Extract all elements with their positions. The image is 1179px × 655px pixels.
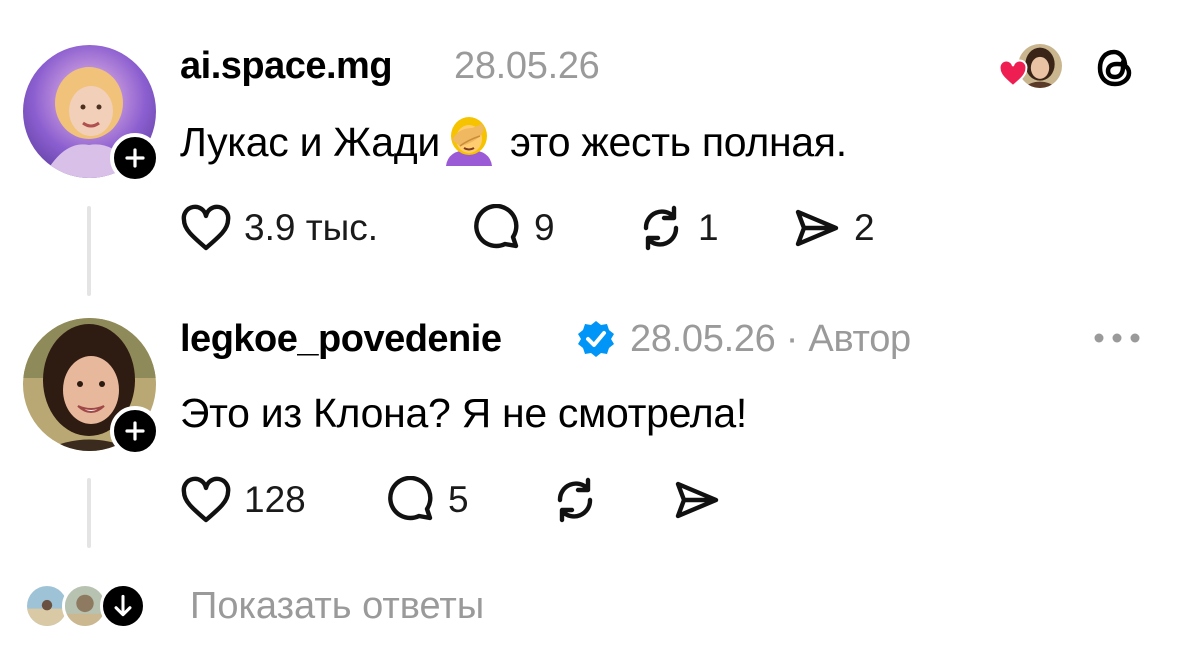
comment-text-part: Лукас и Жади [180,119,441,165]
comment-meta: 28.05.26 · Автор [630,318,911,361]
author-label: Автор [808,318,911,360]
reply-button[interactable]: 9 [472,204,555,252]
follow-button[interactable] [110,133,160,183]
threads-logo-icon[interactable] [1091,44,1139,92]
repost-icon [643,205,679,251]
liked-by-author-indicator [996,42,1066,92]
like-count: 128 [244,479,306,520]
repost-button[interactable] [550,476,600,524]
heart-outline-icon [181,204,231,251]
face-palm-emoji [446,117,493,166]
reply-button[interactable]: 5 [386,476,469,524]
down-arrow-badge [100,583,146,629]
plus-icon [125,421,145,441]
reply-count: 9 [534,207,555,248]
share-button[interactable] [672,476,722,524]
heart-filled-icon [998,59,1028,88]
comment-date: 28.05.26 [630,318,776,360]
send-icon [675,481,719,519]
comment-text: Это из Клона? Я не смотрела! [180,390,747,436]
reply-count: 5 [448,479,469,520]
like-button[interactable]: 3.9 тыс. [180,204,378,252]
comment-text-part: это жесть полная. [510,119,847,165]
comment-bubble-icon [388,476,433,521]
like-button[interactable]: 128 [180,476,306,524]
thread-line [87,478,91,548]
comment-bubble-icon [474,204,519,249]
show-replies-button[interactable]: Показать ответы [24,580,554,634]
repost-count: 1 [698,207,719,248]
repost-button[interactable]: 1 [636,204,719,252]
heart-outline-icon [181,476,231,523]
comment-date: 28.05.26 [454,45,600,87]
repost-icon [557,477,593,523]
arrow-down-icon [114,594,132,617]
send-icon [795,209,839,247]
comment-username[interactable]: ai.space.mg [180,45,393,88]
plus-icon [125,148,145,168]
share-button[interactable]: 2 [792,204,875,252]
share-count: 2 [854,207,875,248]
verified-badge-icon [578,321,614,357]
show-replies-label: Показать ответы [190,585,485,627]
comment-text: Лукас и Жади это жесть полная. [180,114,847,166]
follow-button[interactable] [110,406,160,456]
like-count: 3.9 тыс. [244,207,379,248]
meta-separator: · [785,318,799,360]
more-options-icon[interactable] [1093,332,1141,344]
comment-username[interactable]: legkoe_povedenie [180,318,502,361]
thread-line [87,206,91,296]
